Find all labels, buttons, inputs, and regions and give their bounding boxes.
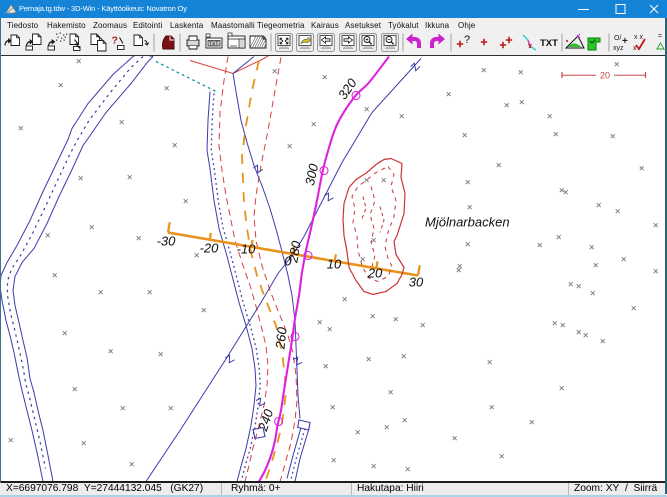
svg-text:30: 30 [409, 274, 424, 289]
svg-text:TXT: TXT [209, 42, 218, 48]
svg-text:260: 260 [272, 325, 289, 350]
svg-text:320: 320 [335, 75, 360, 102]
svg-text:300: 300 [302, 161, 321, 186]
svg-text:?: ? [112, 35, 118, 47]
svg-text:10: 10 [327, 256, 342, 271]
svg-text:-30: -30 [157, 233, 177, 248]
svg-text:20: 20 [367, 265, 383, 280]
svg-text:O/: O/ [614, 35, 621, 42]
svg-text:20: 20 [600, 70, 610, 80]
svg-text:-20: -20 [200, 240, 220, 255]
svg-text:Mjölnarbacken: Mjölnarbacken [425, 214, 510, 229]
svg-text:TXT: TXT [540, 38, 558, 49]
svg-text:xyz: xyz [613, 45, 624, 52]
svg-text:-10: -10 [237, 241, 257, 256]
svg-text:240: 240 [255, 406, 277, 433]
svg-text:=: = [658, 33, 662, 40]
svg-text:x x: x x [634, 34, 643, 41]
svg-text:?: ? [464, 34, 470, 46]
svg-text:280: 280 [285, 238, 304, 264]
